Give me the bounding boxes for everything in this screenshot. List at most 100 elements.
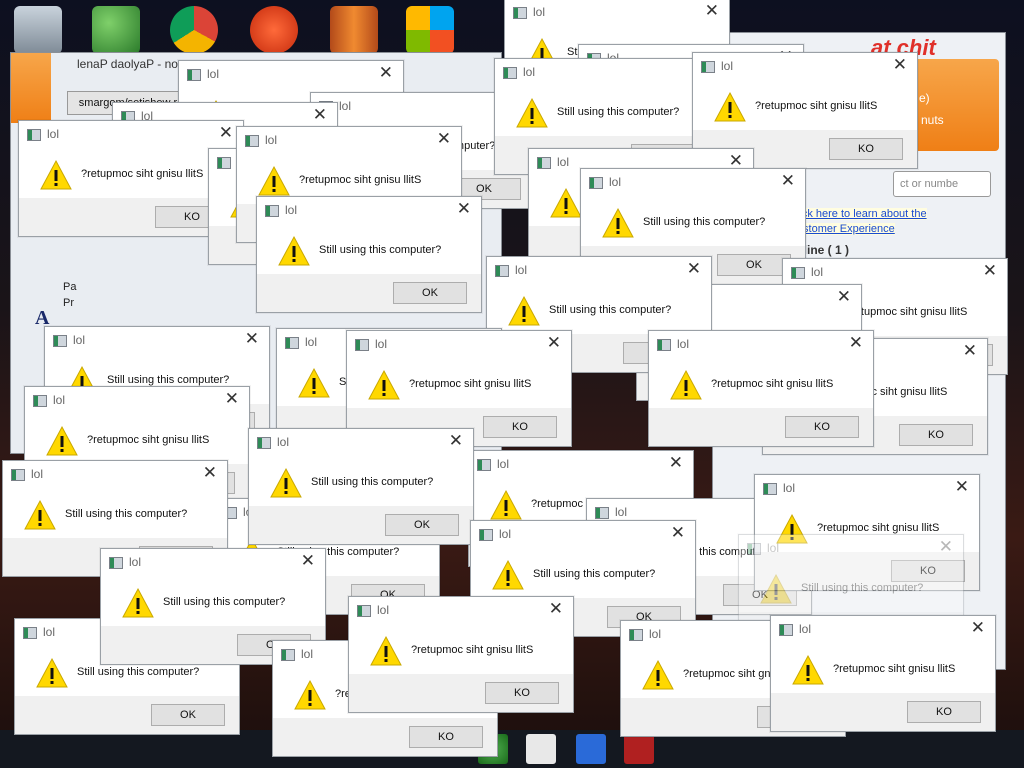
dialog-titlebar[interactable]: lol✕ (3, 461, 227, 489)
dialog-title: lol (811, 265, 824, 279)
chrome-icon[interactable] (170, 6, 218, 54)
close-icon[interactable]: ✕ (705, 2, 719, 20)
close-icon[interactable]: ✕ (245, 330, 259, 348)
ko-button[interactable]: KO (485, 682, 559, 704)
dialog-titlebar[interactable]: lol✕ (471, 521, 695, 549)
dialog-message: Still using this computer? (65, 508, 188, 520)
dialog-footer: KO (273, 718, 497, 756)
product-search-field[interactable]: ct or numbe (893, 171, 991, 197)
taskbar-app-icon[interactable] (624, 734, 654, 764)
dialog-titlebar[interactable]: lol✕ (771, 616, 995, 644)
dialog-titlebar[interactable]: lol ✕ (783, 259, 1007, 287)
close-icon[interactable]: ✕ (893, 56, 907, 74)
dialog-message: Still using this computer? (163, 596, 286, 608)
taskbar (0, 730, 1024, 768)
dialog-footer: KO (349, 674, 573, 712)
ok-button[interactable]: OK (385, 514, 459, 536)
dialog-title: lol (73, 333, 86, 347)
warning-dialog: lol ✕ ?retupmoc siht gnisu llitS KO (770, 615, 996, 732)
ko-button[interactable]: KO (899, 424, 973, 446)
dialog-message: Still using this computer? (77, 666, 200, 678)
close-icon[interactable]: ✕ (963, 342, 977, 360)
close-icon[interactable]: ✕ (547, 334, 561, 352)
dialog-titlebar[interactable]: lol✕ (693, 53, 917, 81)
app-window-icon (257, 437, 271, 449)
learn-more-link[interactable]: Click here to learn about the (789, 208, 927, 220)
warning-icon (39, 159, 73, 191)
app-window-icon (629, 629, 643, 641)
close-icon[interactable]: ✕ (971, 619, 985, 637)
ok-button[interactable]: OK (717, 254, 791, 276)
ko-button[interactable]: KO (829, 138, 903, 160)
close-icon[interactable]: ✕ (781, 172, 795, 190)
warning-icon (277, 235, 311, 267)
ko-button[interactable]: KO (907, 701, 981, 723)
ok-button[interactable]: OK (151, 704, 225, 726)
warning-icon (369, 635, 403, 667)
close-icon[interactable]: ✕ (671, 524, 685, 542)
dialog-titlebar[interactable]: lol✕ (487, 257, 711, 285)
taskbar-app-icon[interactable] (526, 734, 556, 764)
ko-button[interactable]: KO (785, 416, 859, 438)
close-icon[interactable]: ✕ (687, 260, 701, 278)
close-icon[interactable]: ✕ (669, 454, 683, 472)
app-window-icon (357, 605, 371, 617)
dialog-title: lol (305, 335, 318, 349)
dialog-titlebar[interactable]: lol✕ (755, 475, 979, 503)
warning-icon (759, 573, 793, 605)
ko-button[interactable]: KO (409, 726, 483, 748)
dialog-title: lol (677, 337, 690, 351)
messenger-icon[interactable] (92, 6, 140, 54)
dialog-titlebar[interactable]: lol ✕ (649, 331, 873, 359)
app-window-icon (33, 395, 47, 407)
dialog-titlebar[interactable]: lol✕ (19, 121, 243, 149)
pcmover-icon[interactable] (250, 6, 298, 54)
close-icon[interactable]: ✕ (457, 200, 471, 218)
archive-icon[interactable] (330, 6, 378, 54)
dialog-titlebar[interactable]: lol✕ (249, 429, 473, 457)
close-icon[interactable]: ✕ (837, 288, 851, 306)
dialog-titlebar[interactable]: lol✕ (347, 331, 571, 359)
close-icon[interactable]: ✕ (313, 106, 327, 124)
dialog-titlebar[interactable]: lol✕ (349, 597, 573, 625)
close-icon[interactable]: ✕ (449, 432, 463, 450)
dialog-titlebar[interactable]: lol ✕ (45, 327, 269, 355)
dialog-titlebar[interactable]: lol✕ (179, 61, 403, 89)
app-side-label-1: Pa (63, 281, 77, 293)
dialog-title: lol (497, 457, 510, 471)
dialog-title: lol (301, 647, 314, 661)
app-window-icon (477, 459, 491, 471)
close-icon[interactable]: ✕ (549, 600, 563, 618)
dialog-titlebar[interactable]: lol✕ (25, 387, 249, 415)
dialog-title: lol (533, 5, 546, 19)
dialog-titlebar[interactable]: lol✕ (237, 127, 461, 155)
dialog-titlebar[interactable]: lol ✕ (739, 535, 963, 563)
close-icon[interactable]: ✕ (939, 538, 953, 556)
windows-icon[interactable] (406, 6, 454, 54)
dialog-titlebar[interactable]: lol✕ (495, 59, 719, 87)
warning-icon (489, 489, 523, 521)
ok-button[interactable]: OK (393, 282, 467, 304)
dialog-titlebar[interactable]: lol✕ (101, 549, 325, 577)
ko-button[interactable]: KO (483, 416, 557, 438)
close-icon[interactable]: ✕ (849, 334, 863, 352)
taskbar-app-icon[interactable] (576, 734, 606, 764)
close-icon[interactable]: ✕ (983, 262, 997, 280)
close-icon[interactable]: ✕ (301, 552, 315, 570)
dialog-titlebar[interactable]: lol✕ (581, 169, 805, 197)
app-window-icon (479, 529, 493, 541)
app-window-icon (285, 337, 299, 349)
recycle-bin-icon[interactable] (14, 6, 62, 54)
warning-icon (23, 499, 57, 531)
dialog-titlebar[interactable]: lol ✕ (505, 0, 729, 27)
dialog-titlebar[interactable]: lol ✕ (469, 451, 693, 479)
dialog-titlebar[interactable]: lol✕ (257, 197, 481, 225)
app-window-icon (23, 627, 37, 639)
close-icon[interactable]: ✕ (203, 464, 217, 482)
dialog-title: lol (767, 541, 780, 555)
close-icon[interactable]: ✕ (955, 478, 969, 496)
close-icon[interactable]: ✕ (219, 124, 233, 142)
close-icon[interactable]: ✕ (437, 130, 451, 148)
close-icon[interactable]: ✕ (379, 64, 393, 82)
close-icon[interactable]: ✕ (225, 390, 239, 408)
